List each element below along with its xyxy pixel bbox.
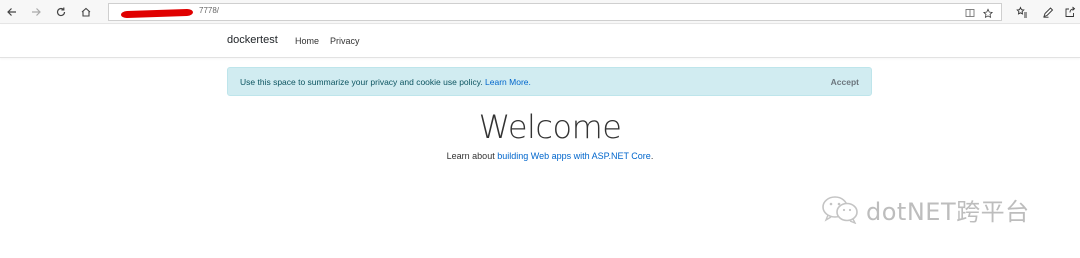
learn-suffix: . [650,151,654,161]
notes-pen-icon[interactable] [1040,4,1056,20]
learn-more-link[interactable]: Learn More. [485,77,531,87]
address-bar[interactable]: 7778/ [108,3,1002,21]
accept-cookie-button[interactable]: Accept [831,77,859,87]
redaction-mark [120,8,194,19]
site-navbar: dockertest Home Privacy [0,25,1080,58]
back-icon[interactable] [4,4,20,20]
share-icon[interactable] [1062,4,1078,20]
browser-toolbar: 7778/ [0,0,1080,24]
watermark-text: dotNET跨平台 [866,197,1030,226]
cookie-message: Use this space to summarize your privacy… [240,77,483,87]
wechat-logo-icon [822,196,858,224]
cookie-consent-alert: Use this space to summarize your privacy… [227,67,872,96]
cookie-consent-text: Use this space to summarize your privacy… [240,77,531,87]
learn-prefix: Learn about [446,151,495,161]
favorite-star-icon[interactable] [983,7,993,18]
reading-view-icon[interactable] [965,8,975,18]
page-title: Welcome [478,108,622,146]
nav-link-home[interactable]: Home [295,36,319,46]
learn-about-text: Learn about building Web apps with ASP.N… [0,151,1080,161]
brand-link[interactable]: dockertest [227,34,278,46]
home-icon[interactable] [78,4,94,20]
nav-link-privacy[interactable]: Privacy [330,36,360,46]
forward-icon[interactable] [28,4,44,20]
refresh-icon[interactable] [53,4,69,20]
address-text: 7778/ [199,6,220,15]
aspnet-core-link[interactable]: building Web apps with ASP.NET Core [497,151,651,161]
watermark: dotNET跨平台 [820,193,1030,226]
favorites-hub-icon[interactable] [1014,4,1030,20]
